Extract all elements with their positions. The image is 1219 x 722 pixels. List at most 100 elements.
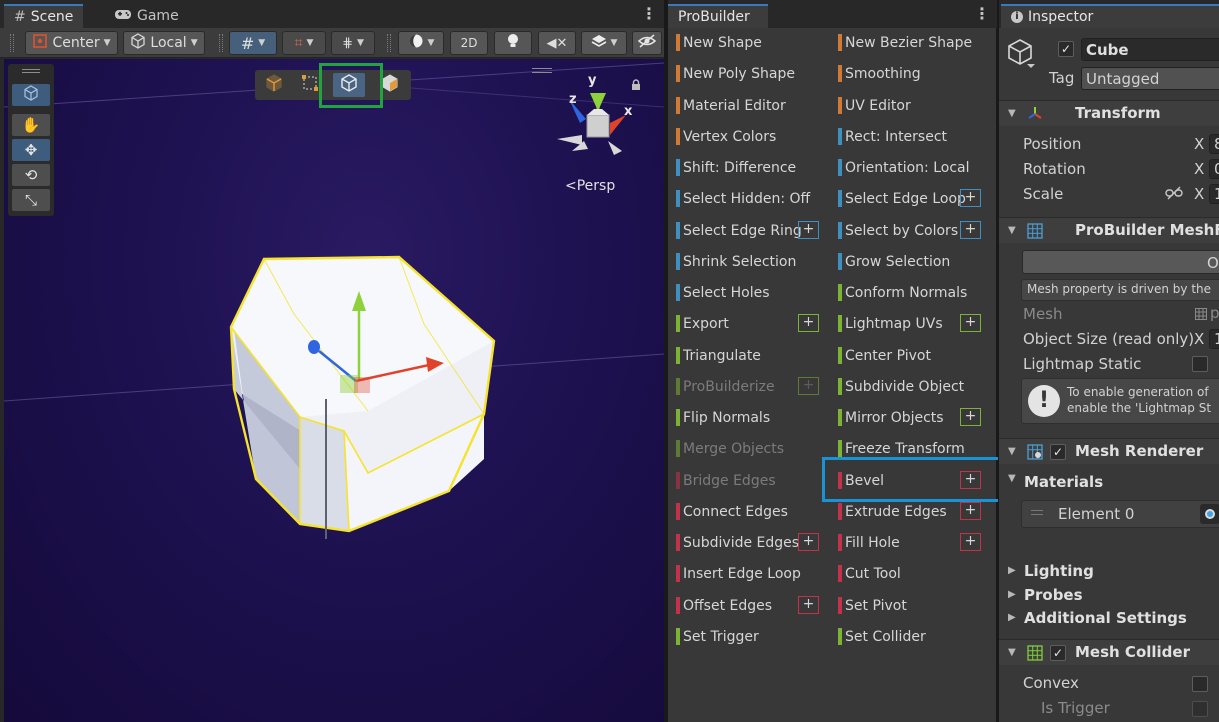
pb-action-set-trigger[interactable]: Set Trigger: [672, 624, 824, 649]
audio-toggle[interactable]: ◀✕: [538, 31, 576, 55]
probes-label: Probes: [1024, 586, 1083, 604]
pb-action-vertex-colors[interactable]: Vertex Colors: [672, 124, 824, 149]
active-checkbox[interactable]: ✓: [1058, 41, 1074, 57]
pb-action-connect-edges[interactable]: Connect Edges: [672, 499, 824, 524]
pb-action-label: New Shape: [683, 34, 762, 51]
category-color-bar: [676, 409, 680, 426]
scene-panel: # Scene Game ⋮ Center ▼ Local ▼ # ▼ ⌗ ▼ …: [0, 0, 664, 722]
increment-snap-toggle[interactable]: ⌗ ▼: [282, 31, 326, 55]
pb-action-grow-selection[interactable]: Grow Selection: [834, 249, 986, 274]
convex-checkbox[interactable]: [1192, 676, 1208, 692]
effects-dropdown[interactable]: ▼: [581, 31, 627, 55]
position-x-label: X: [1194, 135, 1205, 153]
position-x-field[interactable]: 8: [1209, 134, 1219, 154]
pb-options-plus-button[interactable]: +: [798, 533, 819, 551]
pb-options-plus-button[interactable]: +: [798, 221, 819, 239]
material-picker-icon[interactable]: [1200, 504, 1219, 524]
pb-options-plus-button[interactable]: +: [960, 314, 981, 332]
tab-inspector[interactable]: i Inspector: [1001, 4, 1219, 28]
pb-action-new-shape[interactable]: New Shape: [672, 30, 824, 55]
pivot-rotation-dropdown[interactable]: Local ▼: [123, 31, 205, 55]
visibility-toggle[interactable]: [632, 31, 662, 55]
mesh-renderer-header[interactable]: ▼ ✓ Mesh Renderer: [999, 438, 1219, 464]
category-color-bar: [838, 597, 842, 614]
object-name-field[interactable]: Cube: [1081, 38, 1219, 61]
mesh-collider-enabled-checkbox[interactable]: ✓: [1050, 645, 1066, 661]
pb-options-plus-button[interactable]: +: [960, 221, 981, 239]
draw-mode-dropdown[interactable]: ▼: [398, 31, 444, 55]
object-mode-button[interactable]: [258, 73, 290, 97]
meshfilter-header[interactable]: ▼ ProBuilder MeshFilt: [999, 217, 1219, 243]
mesh-collider-header[interactable]: ▼ ✓ Mesh Collider: [999, 639, 1219, 665]
pb-action-select-hidden-off[interactable]: Select Hidden: Off: [672, 186, 824, 211]
drag-handle-icon[interactable]: [1031, 510, 1043, 515]
move-tool[interactable]: ✥: [12, 139, 50, 161]
pb-action-new-poly-shape[interactable]: New Poly Shape: [672, 61, 824, 86]
pb-action-rect-intersect[interactable]: Rect: Intersect: [834, 124, 986, 149]
pb-action-subdivide-object[interactable]: Subdivide Object: [834, 374, 986, 399]
pb-action-uv-editor[interactable]: UV Editor: [834, 93, 986, 118]
toggle-2d-button[interactable]: 2D: [450, 31, 488, 55]
transform-header[interactable]: ▼ Transform: [999, 100, 1219, 126]
pb-action-triangulate[interactable]: Triangulate: [672, 343, 824, 368]
pb-action-conform-normals[interactable]: Conform Normals: [834, 280, 986, 305]
material-element-row[interactable]: Element 0: [1021, 500, 1219, 528]
pb-action-material-editor[interactable]: Material Editor: [672, 93, 824, 118]
view-cube-tool[interactable]: [12, 84, 50, 106]
pb-options-plus-button[interactable]: +: [960, 502, 981, 520]
lighting-label: Lighting: [1024, 562, 1094, 580]
pb-action-center-pivot[interactable]: Center Pivot: [834, 343, 986, 368]
scene-menu-kebab-icon[interactable]: ⋮: [641, 6, 657, 24]
pb-action-smoothing[interactable]: Smoothing: [834, 61, 986, 86]
pb-action-label: UV Editor: [845, 97, 911, 114]
open-probuilder-button[interactable]: Ope: [1022, 250, 1219, 274]
rotate-tool[interactable]: ⟲: [12, 164, 50, 186]
pb-action-orientation-local[interactable]: Orientation: Local: [834, 155, 986, 180]
lighting-foldout[interactable]: ▶ Lighting: [999, 560, 1219, 582]
scene-viewport[interactable]: y x z: [4, 59, 664, 722]
pb-action-new-bezier-shape[interactable]: New Bezier Shape: [834, 30, 986, 55]
hand-tool[interactable]: ✋: [12, 114, 50, 136]
probuilder-menu-kebab-icon[interactable]: ⋮: [974, 6, 990, 24]
mesh-renderer-enabled-checkbox[interactable]: ✓: [1050, 444, 1066, 460]
orientation-gizmo[interactable]: [557, 93, 626, 155]
tab-probuilder[interactable]: ProBuilder: [668, 4, 768, 28]
probes-foldout[interactable]: ▶ Probes: [999, 584, 1219, 606]
meshfilter-title: ProBuilder MeshFilt: [1075, 221, 1219, 239]
grid-visibility-toggle[interactable]: ⋕ ▼: [331, 31, 375, 55]
pb-action-cut-tool[interactable]: Cut Tool: [834, 561, 986, 586]
probuilder-panel: ProBuilder ⋮ New Shape New Poly Shape Mate…: [667, 0, 997, 722]
materials-foldout[interactable]: ▼ Materials: [999, 466, 1219, 491]
tab-game[interactable]: Game: [104, 4, 189, 28]
overlay-grip-icon[interactable]: [532, 68, 552, 73]
scale-x-field[interactable]: 1: [1209, 184, 1219, 204]
pb-action-set-collider[interactable]: Set Collider: [834, 624, 986, 649]
tag-value: Untagged: [1086, 70, 1160, 88]
pb-action-set-pivot[interactable]: Set Pivot: [834, 593, 986, 618]
pb-action-shift-difference[interactable]: Shift: Difference: [672, 155, 824, 180]
link-off-icon[interactable]: [1165, 186, 1183, 204]
pb-action-flip-normals[interactable]: Flip Normals: [672, 405, 824, 430]
tag-dropdown[interactable]: Untagged: [1081, 67, 1219, 90]
perspective-label[interactable]: <Persp: [565, 178, 615, 194]
pb-action-insert-edge-loop[interactable]: Insert Edge Loop: [672, 561, 824, 586]
pb-options-plus-button[interactable]: +: [960, 533, 981, 551]
pb-options-plus-button[interactable]: +: [960, 189, 981, 207]
grid-snap-toggle[interactable]: # ▼: [229, 31, 277, 55]
lighting-toggle[interactable]: [494, 31, 532, 55]
is-trigger-checkbox: [1192, 701, 1208, 717]
scale-tool[interactable]: ⤡: [12, 189, 50, 211]
pb-action-select-holes[interactable]: Select Holes: [672, 280, 824, 305]
pb-options-plus-button[interactable]: +: [798, 596, 819, 614]
pb-action-shrink-selection[interactable]: Shrink Selection: [672, 249, 824, 274]
pb-options-plus-button[interactable]: +: [960, 408, 981, 426]
additional-settings-foldout[interactable]: ▶ Additional Settings: [999, 607, 1219, 629]
pb-action-label: Shrink Selection: [683, 253, 797, 270]
lightmap-static-checkbox[interactable]: [1192, 356, 1208, 372]
tab-scene[interactable]: # Scene: [4, 4, 84, 28]
pb-options-plus-button[interactable]: +: [798, 314, 819, 332]
meshfilter-note-text: Mesh property is driven by the: [1027, 282, 1212, 296]
pivot-mode-dropdown[interactable]: Center ▼: [25, 31, 118, 55]
rotation-x-field[interactable]: 0: [1209, 159, 1219, 179]
cube-mesh[interactable]: [229, 255, 496, 533]
